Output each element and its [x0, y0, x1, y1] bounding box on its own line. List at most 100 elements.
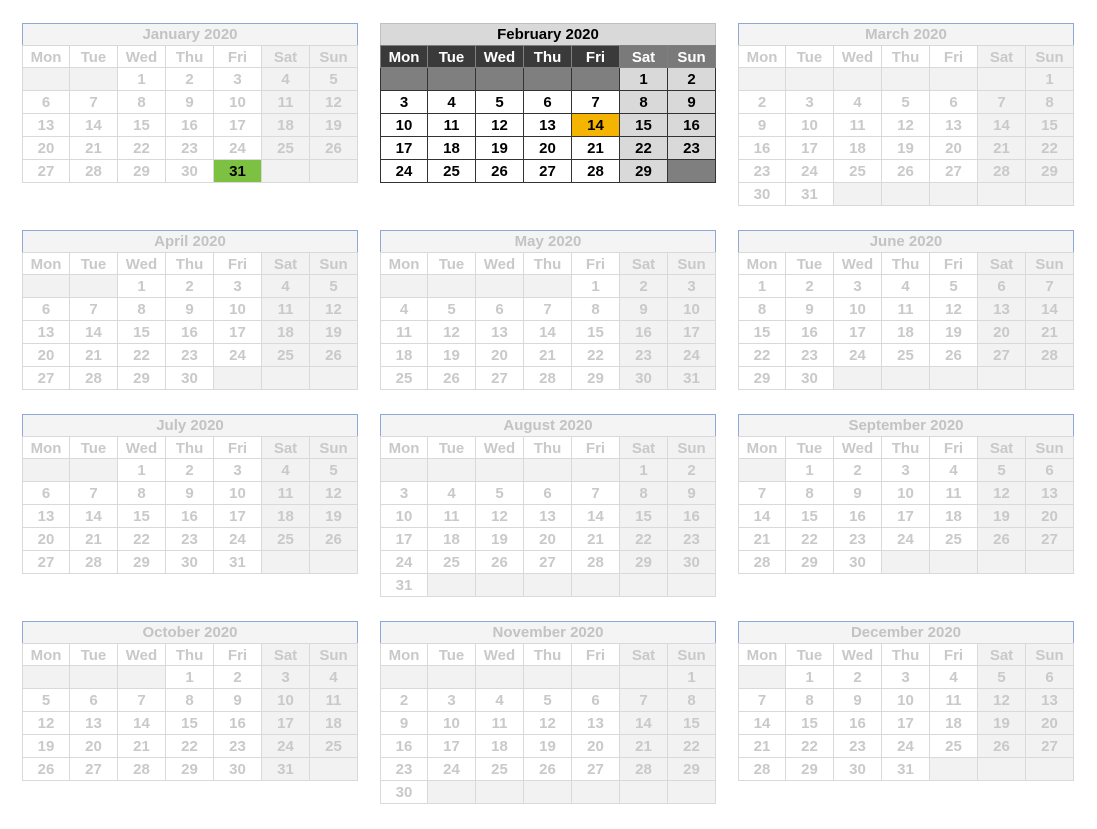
day-cell[interactable]: 8 [1026, 91, 1074, 114]
day-cell[interactable]: 29 [786, 758, 834, 781]
day-cell[interactable]: 14 [572, 114, 620, 137]
day-cell[interactable]: 24 [380, 551, 428, 574]
day-cell[interactable]: 30 [738, 183, 786, 206]
day-cell[interactable]: 25 [428, 160, 476, 183]
day-cell[interactable]: 30 [214, 758, 262, 781]
day-cell[interactable]: 20 [978, 321, 1026, 344]
day-cell[interactable]: 2 [620, 275, 668, 298]
day-cell[interactable]: 7 [118, 689, 166, 712]
day-cell[interactable]: 23 [834, 735, 882, 758]
day-cell[interactable]: 3 [214, 275, 262, 298]
day-cell[interactable]: 1 [738, 275, 786, 298]
day-cell[interactable]: 26 [310, 528, 358, 551]
day-cell[interactable]: 18 [428, 137, 476, 160]
day-cell[interactable]: 27 [22, 367, 70, 390]
day-cell[interactable]: 4 [882, 275, 930, 298]
day-cell[interactable]: 4 [428, 91, 476, 114]
day-cell[interactable]: 18 [882, 321, 930, 344]
day-cell[interactable]: 27 [930, 160, 978, 183]
day-cell[interactable]: 29 [738, 367, 786, 390]
day-cell[interactable]: 28 [70, 551, 118, 574]
day-cell[interactable]: 22 [786, 528, 834, 551]
day-cell[interactable]: 14 [978, 114, 1026, 137]
day-cell[interactable]: 18 [834, 137, 882, 160]
day-cell[interactable]: 25 [834, 160, 882, 183]
day-cell[interactable]: 13 [70, 712, 118, 735]
day-cell[interactable]: 31 [786, 183, 834, 206]
day-cell[interactable]: 23 [786, 344, 834, 367]
day-cell[interactable]: 17 [668, 321, 716, 344]
day-cell[interactable]: 13 [22, 114, 70, 137]
day-cell[interactable]: 24 [214, 137, 262, 160]
day-cell[interactable]: 18 [930, 712, 978, 735]
day-cell[interactable]: 22 [1026, 137, 1074, 160]
day-cell[interactable]: 31 [380, 574, 428, 597]
day-cell[interactable]: 3 [834, 275, 882, 298]
day-cell[interactable]: 30 [166, 551, 214, 574]
day-cell[interactable]: 23 [834, 528, 882, 551]
day-cell[interactable]: 4 [380, 298, 428, 321]
day-cell[interactable]: 7 [620, 689, 668, 712]
day-cell[interactable]: 17 [214, 114, 262, 137]
day-cell[interactable]: 9 [786, 298, 834, 321]
day-cell[interactable]: 23 [166, 137, 214, 160]
day-cell[interactable]: 23 [214, 735, 262, 758]
day-cell[interactable]: 24 [882, 735, 930, 758]
day-cell[interactable]: 21 [524, 344, 572, 367]
day-cell[interactable]: 6 [524, 482, 572, 505]
day-cell[interactable]: 16 [166, 505, 214, 528]
day-cell[interactable]: 15 [786, 712, 834, 735]
day-cell[interactable]: 10 [262, 689, 310, 712]
day-cell[interactable]: 25 [930, 735, 978, 758]
day-cell[interactable]: 5 [930, 275, 978, 298]
day-cell[interactable]: 25 [930, 528, 978, 551]
day-cell[interactable]: 12 [978, 482, 1026, 505]
day-cell[interactable]: 8 [786, 482, 834, 505]
day-cell[interactable]: 25 [380, 367, 428, 390]
day-cell[interactable]: 11 [428, 505, 476, 528]
day-cell[interactable]: 17 [380, 137, 428, 160]
day-cell[interactable]: 2 [834, 666, 882, 689]
day-cell[interactable]: 5 [882, 91, 930, 114]
day-cell[interactable]: 30 [668, 551, 716, 574]
day-cell[interactable]: 19 [310, 505, 358, 528]
day-cell[interactable]: 11 [262, 482, 310, 505]
day-cell[interactable]: 13 [930, 114, 978, 137]
day-cell[interactable]: 19 [476, 528, 524, 551]
day-cell[interactable]: 15 [118, 114, 166, 137]
day-cell[interactable]: 24 [428, 758, 476, 781]
day-cell[interactable]: 8 [668, 689, 716, 712]
day-cell[interactable]: 5 [524, 689, 572, 712]
day-cell[interactable]: 5 [428, 298, 476, 321]
day-cell[interactable]: 24 [214, 344, 262, 367]
day-cell[interactable]: 29 [620, 160, 668, 183]
day-cell[interactable]: 12 [476, 505, 524, 528]
day-cell[interactable]: 19 [978, 505, 1026, 528]
day-cell[interactable]: 7 [738, 689, 786, 712]
day-cell[interactable]: 1 [572, 275, 620, 298]
day-cell[interactable]: 16 [668, 114, 716, 137]
day-cell[interactable]: 12 [310, 91, 358, 114]
day-cell[interactable]: 30 [620, 367, 668, 390]
day-cell[interactable]: 10 [214, 91, 262, 114]
day-cell[interactable]: 18 [476, 735, 524, 758]
day-cell[interactable]: 4 [262, 68, 310, 91]
day-cell[interactable]: 15 [620, 505, 668, 528]
day-cell[interactable]: 26 [428, 367, 476, 390]
day-cell[interactable]: 22 [786, 735, 834, 758]
day-cell[interactable]: 3 [882, 459, 930, 482]
day-cell[interactable]: 23 [620, 344, 668, 367]
day-cell[interactable]: 26 [978, 528, 1026, 551]
day-cell[interactable]: 10 [834, 298, 882, 321]
day-cell[interactable]: 13 [524, 114, 572, 137]
day-cell[interactable]: 3 [380, 91, 428, 114]
day-cell[interactable]: 26 [476, 160, 524, 183]
day-cell[interactable]: 15 [668, 712, 716, 735]
day-cell[interactable]: 9 [620, 298, 668, 321]
day-cell[interactable]: 30 [166, 367, 214, 390]
day-cell[interactable]: 23 [668, 137, 716, 160]
day-cell[interactable]: 21 [572, 137, 620, 160]
day-cell[interactable]: 6 [70, 689, 118, 712]
day-cell[interactable]: 11 [476, 712, 524, 735]
day-cell[interactable]: 1 [620, 68, 668, 91]
